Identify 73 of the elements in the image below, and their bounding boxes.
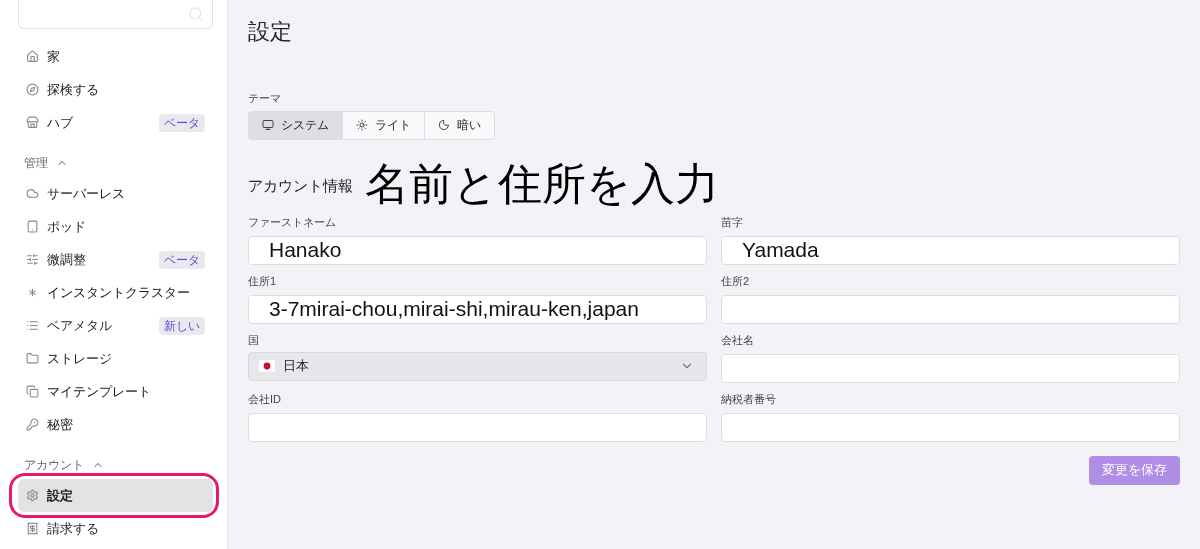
text-field[interactable]: 3-7mirai-chou,mirai-shi,mirau-ken,japan [248,294,707,324]
section-heading: アカウント情報 [248,176,353,196]
sidebar-item[interactable]: インスタントクラスター [18,276,213,309]
sidebar-item-label: ハブ [47,113,74,132]
store-icon [26,116,39,129]
sidebar-item-label: ベアメタル [47,316,113,335]
field-label: 住所2 [721,273,751,288]
home-icon [26,50,39,63]
section-heading: 管理 [24,155,48,172]
receipt-icon [26,522,39,535]
key-icon [26,418,39,431]
sidebar-item[interactable]: 請求する [18,512,213,545]
tablet-icon [26,220,39,233]
text-field[interactable] [721,353,1180,383]
search-field[interactable] [18,0,213,29]
sidebar-item[interactable]: ハブ ベータ [18,106,213,139]
sidebar-item[interactable]: ベアメタル 新しい [18,309,213,342]
field-label: 会社名 [721,332,755,347]
field-label: 苗字 [721,214,744,229]
page-title: 設定 [248,18,293,46]
monitor-icon [262,119,274,131]
sliders-icon [26,253,39,266]
sidebar-item[interactable]: 家 [18,40,213,73]
field-label: 住所1 [248,273,278,288]
menu-badge: ベータ [159,250,205,269]
sidebar-item-label: ストレージ [47,349,113,368]
moon-icon [438,119,450,131]
annotation-text: 名前と住所を入力 [365,157,719,210]
sidebar-item[interactable]: ポッド [18,210,213,243]
sidebar-item[interactable]: 秘密 [18,408,213,441]
text-field[interactable] [248,412,707,442]
sidebar-item[interactable]: 設定 [18,479,213,512]
sidebar-item-label: マイテンプレート [47,382,152,401]
sun-icon [356,119,368,131]
theme-tab[interactable]: システム [248,110,343,140]
sidebar-item-label: 秘密 [47,415,74,434]
list-icon [26,319,39,332]
compass-icon [26,83,39,96]
sidebar-item[interactable]: ストレージ [18,342,213,375]
folder-icon [26,352,39,365]
menu-badge: ベータ [159,113,205,132]
sidebar-item-label: 微調整 [47,250,87,269]
text-field[interactable]: Hanako [248,235,707,265]
sidebar-item[interactable]: 微調整 ベータ [18,243,213,276]
theme-label: テーマ [248,91,282,106]
field-label: ファーストネーム [248,214,337,229]
field-label: 納税者番号 [721,391,777,406]
text-field[interactable] [721,412,1180,442]
asterisk-icon [26,286,39,299]
menu-badge: 新しい [159,316,205,335]
sidebar-item[interactable]: 探検する [18,73,213,106]
sidebar-item-label: 家 [47,47,61,66]
sidebar-item[interactable]: サーバーレス [18,177,213,210]
text-field[interactable]: Yamada [721,235,1180,265]
settings-icon [26,489,39,502]
copy-icon [26,385,39,398]
section-heading: アカウント [24,457,84,474]
sidebar-item-label: サーバーレス [47,184,126,203]
sidebar-item[interactable]: マイテンプレート [18,375,213,408]
sidebar-item-label: インスタントクラスター [47,283,191,302]
field-label: 国 [248,332,260,347]
sidebar-item-label: ポッド [47,217,87,236]
cloud-icon [26,187,39,200]
flag-icon [259,360,275,372]
country-select[interactable]: 日本 [248,351,707,381]
theme-tab[interactable]: 暗い [424,110,495,140]
sidebar-item-label: 設定 [47,486,74,505]
sidebar-item-label: 探検する [47,80,100,99]
text-field[interactable] [721,294,1180,324]
search-icon [188,5,204,22]
theme-tab[interactable]: ライト [342,110,425,140]
field-label: 会社ID [248,391,282,406]
sidebar-item-label: 請求する [47,519,100,538]
